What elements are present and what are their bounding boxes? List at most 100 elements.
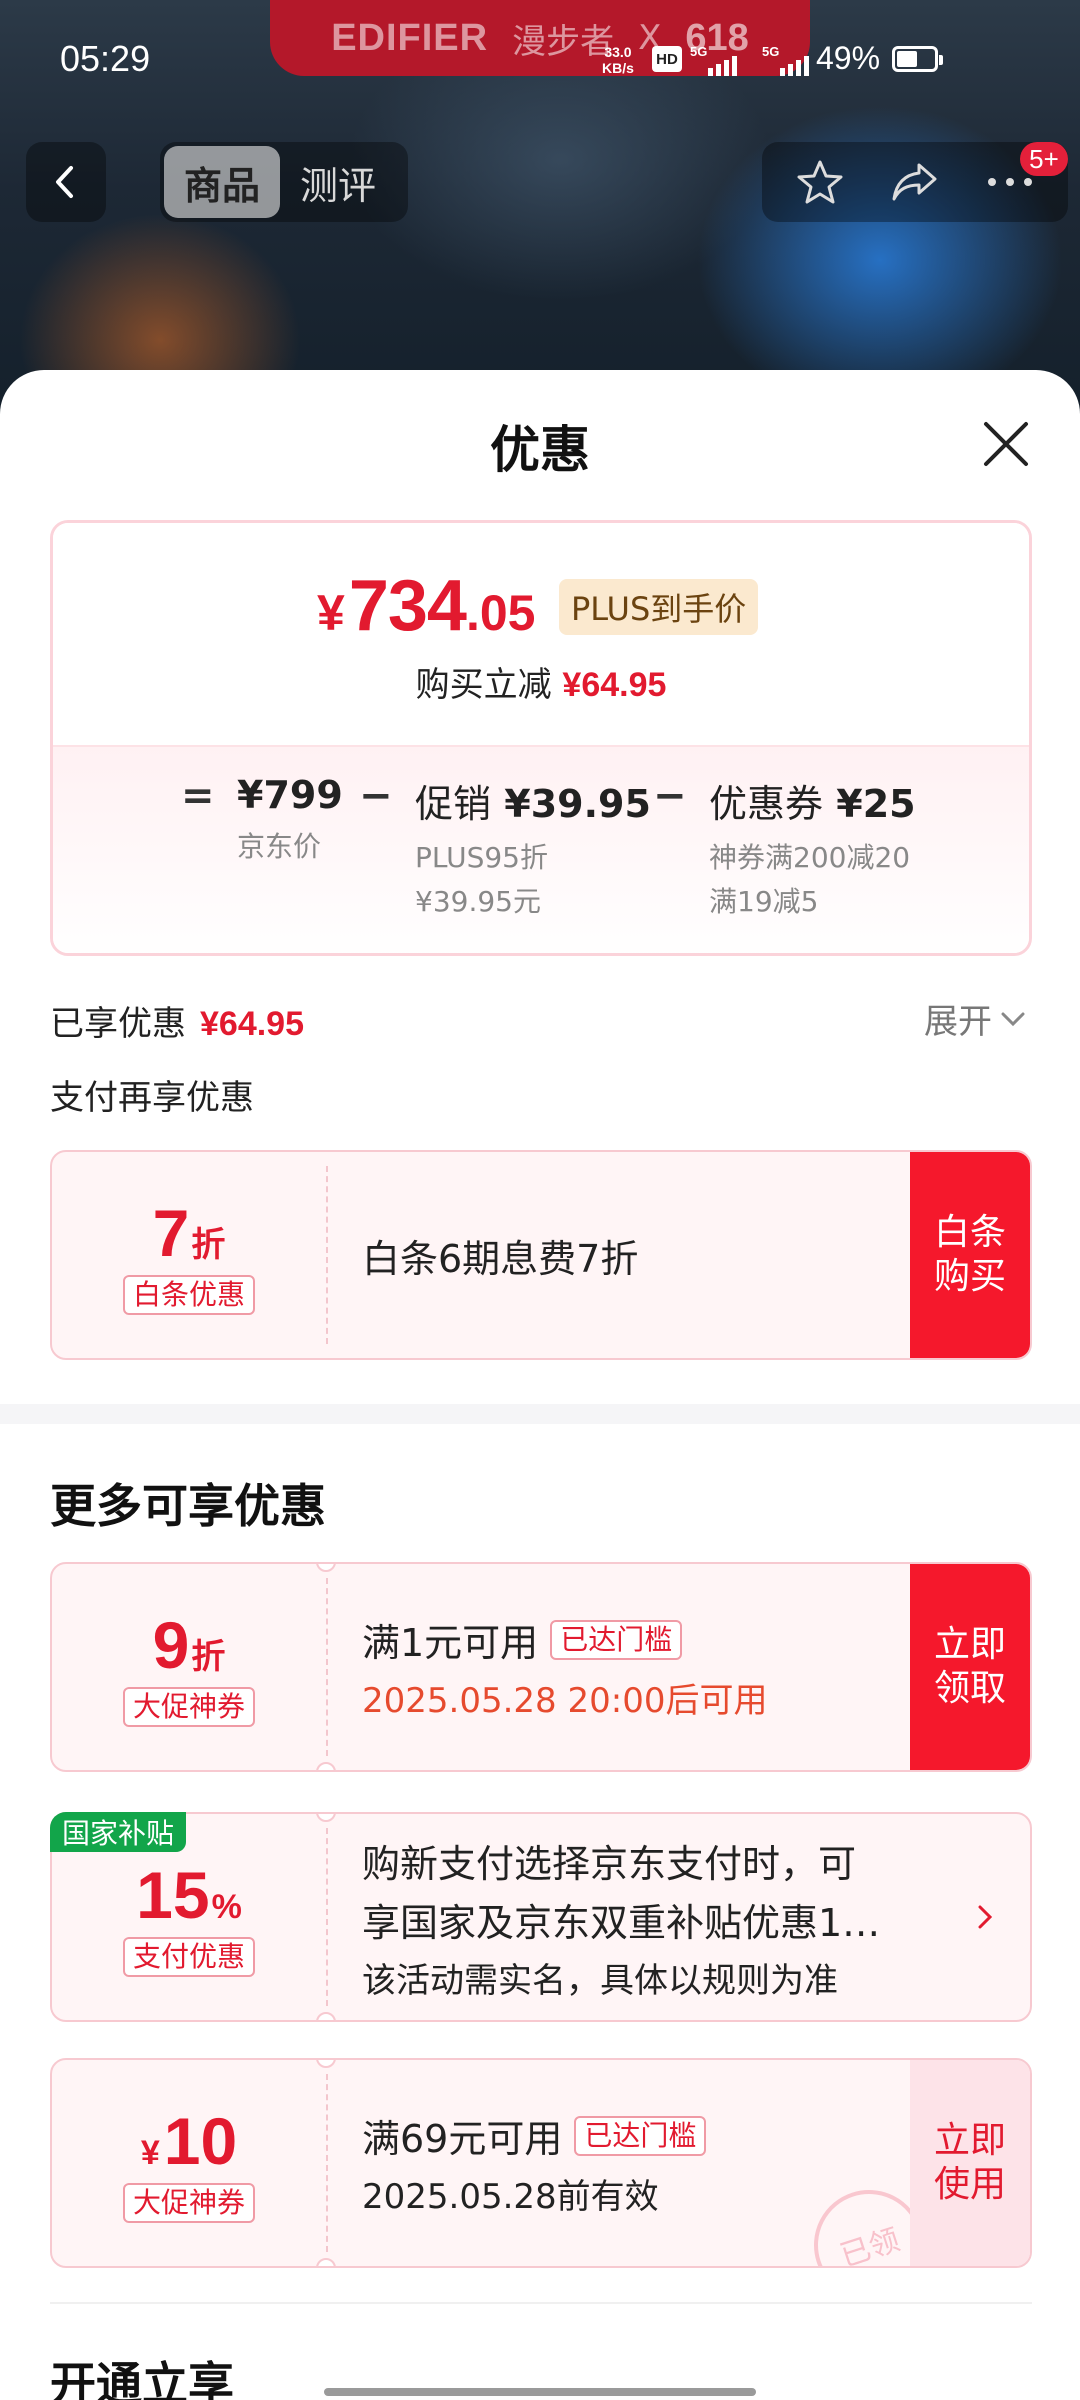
use-action-l2: 使用 bbox=[933, 2164, 1006, 2205]
formula-jd-price: ¥799 京东价 bbox=[237, 773, 343, 869]
use-action-l1: 立即 bbox=[933, 2120, 1006, 2161]
expand-button[interactable]: 展开 bbox=[924, 994, 1026, 1043]
favorite-button[interactable] bbox=[785, 147, 855, 217]
coupon-currency: ¥ bbox=[140, 2134, 160, 2172]
coupon-card: 9折 大促神券 满1元可用 已达门槛 2025.05.28 20:00后可用 立即… bbox=[50, 1562, 1032, 1772]
coupon-validity: 2025.05.28 20:00后可用 bbox=[362, 1681, 768, 1721]
battery-percent: 49% bbox=[816, 40, 881, 76]
payment-offer-desc-2: 享国家及京东双重补贴优惠1… bbox=[362, 1900, 881, 1945]
coupon-validity: 2025.05.28前有效 bbox=[362, 2177, 659, 2217]
claim-action-l1: 立即 bbox=[933, 1624, 1006, 1665]
price-formula: = ¥799 京东价 − 促销 ¥39.95 PLUS95折 ¥39.95元 −… bbox=[53, 747, 1029, 953]
payment-offer-unit: % bbox=[211, 1888, 242, 1926]
payment-offer-desc-1: 购新支付选择京东支付时，可 bbox=[362, 1841, 857, 1886]
enjoyed-discount: 已享优惠 ¥64.95 bbox=[50, 996, 304, 1045]
section-divider bbox=[0, 1404, 1080, 1424]
sim2-label: 5G bbox=[762, 44, 780, 59]
pay-more-heading: 支付再享优惠 bbox=[50, 1078, 254, 1118]
payment-offer-tag: 支付优惠 bbox=[122, 1937, 255, 1977]
coupon-label: 优惠券 bbox=[709, 782, 824, 826]
national-subsidy-ribbon: 国家补贴 bbox=[50, 1812, 187, 1852]
formula-equals: = bbox=[181, 773, 215, 819]
baitiao-buy-button[interactable]: 白条 购买 bbox=[910, 1152, 1030, 1358]
status-bar: 05:29 33.0 KB/s HD 5G 5G 49% bbox=[0, 30, 1080, 94]
formula-promo: 促销 ¥39.95 PLUS95折 ¥39.95元 bbox=[415, 773, 651, 924]
baitiao-offer: 7折 白条优惠 白条6期息费7折 白条 购买 bbox=[50, 1150, 1032, 1360]
top-nav: 商品 测评 bbox=[0, 140, 1080, 224]
nav-tabs: 商品 测评 bbox=[160, 142, 408, 222]
coupon-value: 10 bbox=[163, 2104, 238, 2178]
network-speed-unit: KB/s bbox=[602, 60, 634, 76]
enjoyed-label: 已享优惠 bbox=[50, 1004, 186, 1044]
more-icon bbox=[988, 178, 1033, 186]
close-icon[interactable] bbox=[980, 418, 1032, 470]
price-integer: 734 bbox=[348, 566, 467, 646]
share-button[interactable] bbox=[880, 147, 950, 217]
signal-icon-sim2: 5G bbox=[762, 44, 820, 78]
coupon-value: ¥25 bbox=[836, 782, 916, 826]
baitiao-unit: 折 bbox=[191, 1226, 226, 1264]
status-time: 05:29 bbox=[60, 38, 151, 79]
promo-sub-amount: ¥39.95元 bbox=[415, 885, 541, 918]
price-currency: ¥ bbox=[317, 585, 345, 641]
coupon-condition: 满1元可用 bbox=[362, 1621, 539, 1665]
promo-label: 促销 bbox=[415, 782, 492, 826]
message-badge: 5+ bbox=[1020, 142, 1068, 176]
expand-label: 展开 bbox=[924, 1002, 992, 1042]
tab-review[interactable]: 测评 bbox=[280, 146, 396, 218]
tab-product[interactable]: 商品 bbox=[164, 146, 280, 218]
signal-icon-sim1: 5G bbox=[690, 44, 748, 78]
instant-reduction: 购买立减 ¥64.95 bbox=[53, 657, 1029, 706]
chevron-left-icon bbox=[56, 166, 73, 198]
battery-icon bbox=[892, 46, 943, 72]
price-breakdown-card: ¥ 734 .05 PLUS到手价 购买立减 ¥64.95 = ¥799 京东价… bbox=[50, 520, 1032, 956]
final-price-section: ¥ 734 .05 PLUS到手价 购买立减 ¥64.95 bbox=[53, 523, 1029, 747]
enjoyed-amount: ¥64.95 bbox=[200, 1005, 304, 1043]
coupon-sub-shenquan: 神券满200减20 bbox=[709, 841, 911, 874]
jd-price-value: ¥799 bbox=[237, 773, 343, 817]
baitiao-tag: 白条优惠 bbox=[122, 1275, 255, 1315]
coupon-tag: 大促神券 bbox=[122, 2183, 255, 2223]
more-offers-title: 更多可享优惠 bbox=[50, 1479, 326, 1533]
share-icon bbox=[892, 163, 937, 201]
formula-minus: − bbox=[359, 773, 393, 819]
coupon-unit: 折 bbox=[191, 1638, 226, 1676]
back-button[interactable] bbox=[26, 142, 106, 222]
use-coupon-button[interactable]: 立即 使用 bbox=[910, 2060, 1030, 2266]
chevron-down-icon bbox=[1001, 1012, 1025, 1026]
threshold-badge: 已达门槛 bbox=[574, 2115, 707, 2156]
jd-price-label: 京东价 bbox=[237, 830, 322, 863]
coupon-value: 9 bbox=[152, 1608, 190, 1682]
network-speed-value: 33.0 bbox=[604, 44, 632, 60]
payment-offer-value: 15 bbox=[136, 1858, 210, 1932]
payment-offer-card[interactable]: 15% 支付优惠 购新支付选择京东支付时，可 享国家及京东双重补贴优惠1… 该活… bbox=[50, 1812, 1032, 2022]
coupon-tag: 大促神券 bbox=[122, 1687, 255, 1727]
payment-offer-note: 该活动需实名，具体以规则为准 bbox=[362, 1960, 838, 2001]
coupon-card: ¥10 大促神券 满69元可用 已达门槛 2025.05.28前有效 已领 立即使… bbox=[50, 2058, 1032, 2268]
promo-sub-plus: PLUS95折 bbox=[415, 841, 548, 874]
plus-price-tag: PLUS到手价 bbox=[559, 579, 759, 635]
formula-minus: − bbox=[653, 773, 687, 819]
discount-sheet: 优惠 ¥ 734 .05 PLUS到手价 购买立减 ¥64.95 = ¥799 … bbox=[0, 370, 1080, 2400]
claim-coupon-button[interactable]: 立即 领取 bbox=[910, 1564, 1030, 1770]
sheet-title: 优惠 bbox=[490, 421, 590, 479]
coupon-sub-manjian: 满19减5 bbox=[709, 885, 819, 918]
baitiao-desc: 白条6期息费7折 bbox=[362, 1236, 639, 1281]
baitiao-action-l2: 购买 bbox=[933, 1256, 1006, 1297]
reduction-amount: ¥64.95 bbox=[562, 666, 667, 704]
chevron-right-icon bbox=[976, 1814, 994, 2020]
threshold-badge: 已达门槛 bbox=[550, 1619, 683, 1660]
promo-value: ¥39.95 bbox=[504, 782, 651, 826]
star-icon bbox=[797, 160, 843, 204]
baitiao-value: 7 bbox=[152, 1196, 190, 1270]
hd-icon: HD bbox=[652, 46, 682, 72]
reduction-label: 购买立减 bbox=[415, 665, 552, 705]
final-price: ¥ 734 .05 bbox=[317, 565, 535, 647]
coupon-condition: 满69元可用 bbox=[362, 2117, 563, 2161]
divider bbox=[50, 2302, 1032, 2304]
baitiao-action-l1: 白条 bbox=[933, 1212, 1006, 1253]
network-speed: 33.0 KB/s bbox=[602, 44, 634, 76]
home-indicator[interactable] bbox=[324, 2388, 756, 2396]
sim1-label: 5G bbox=[690, 44, 708, 59]
price-decimal: .05 bbox=[465, 585, 536, 641]
